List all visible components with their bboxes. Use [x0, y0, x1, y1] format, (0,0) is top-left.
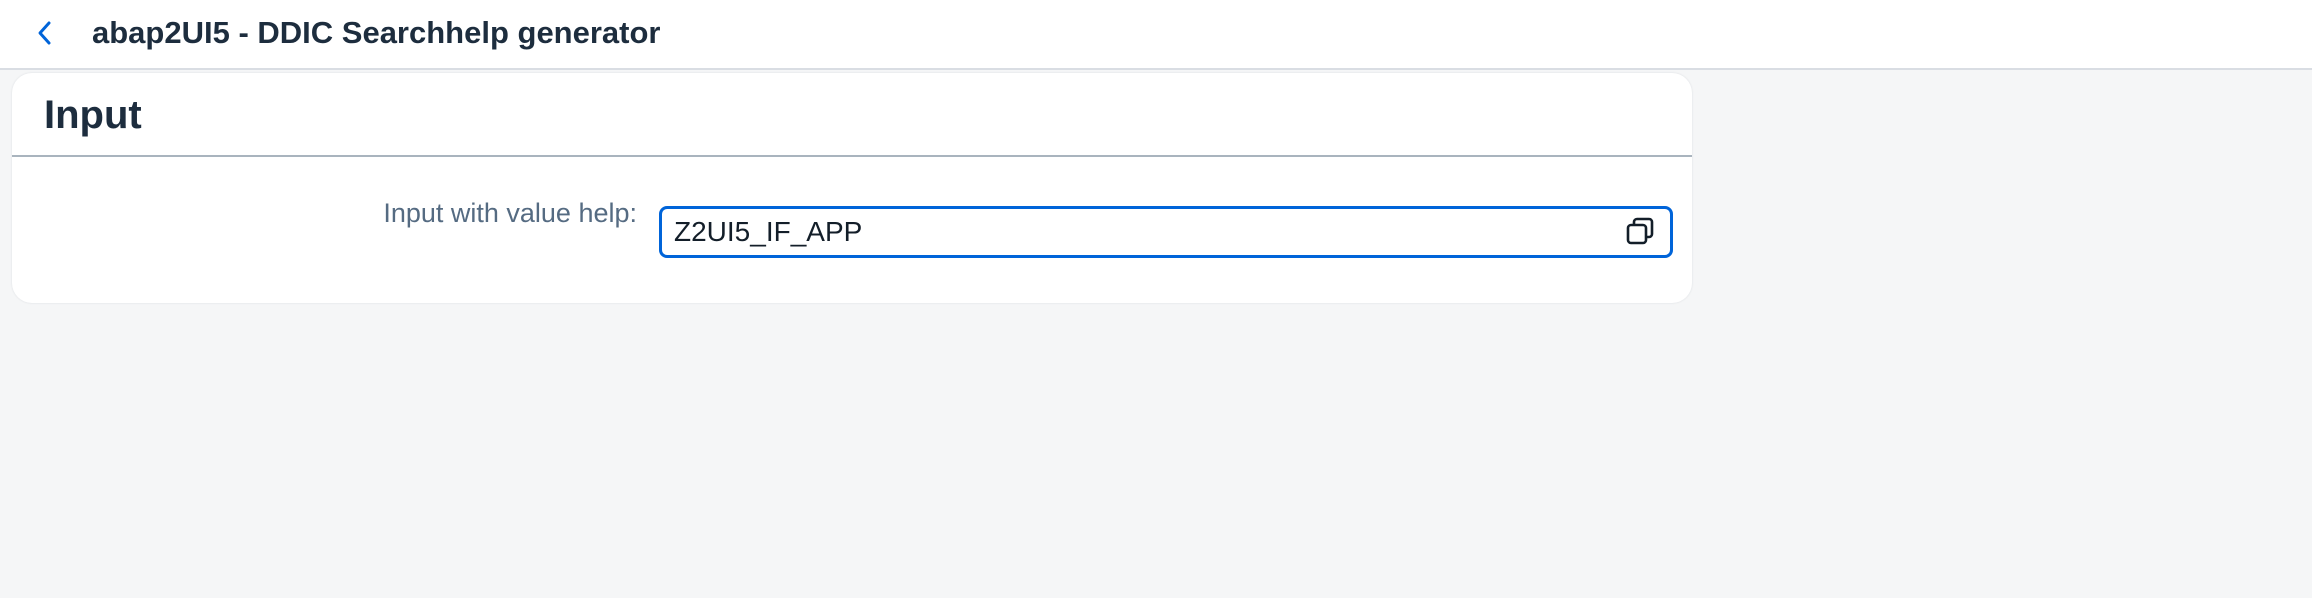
shell-bar: abap2UI5 - DDIC Searchhelp generator: [0, 0, 2312, 70]
value-help-icon: [1624, 215, 1656, 252]
value-help-field[interactable]: [659, 206, 1673, 258]
value-help-field-label: Input with value help:: [383, 198, 637, 228]
back-button[interactable]: [24, 12, 66, 54]
chevron-left-icon: [34, 20, 56, 46]
value-help-input[interactable]: [674, 209, 1594, 255]
panel-header: Input: [12, 73, 1692, 157]
app-title: abap2UI5 - DDIC Searchhelp generator: [92, 15, 661, 50]
value-help-button[interactable]: [1620, 213, 1660, 253]
panel-title: Input: [44, 93, 142, 137]
input-panel: Input Input with value help:: [12, 73, 1692, 303]
